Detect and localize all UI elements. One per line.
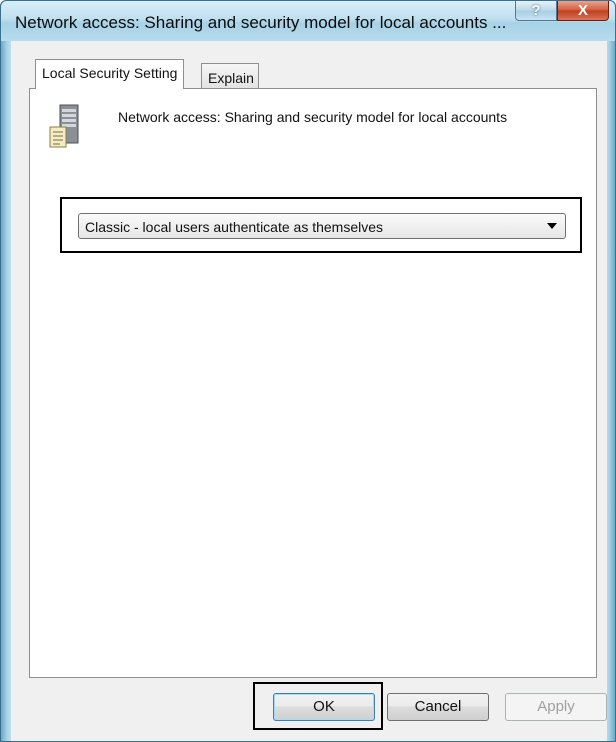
- title-bar[interactable]: Network access: Sharing and security mod…: [1, 1, 615, 41]
- security-model-dropdown[interactable]: Classic - local users authenticate as th…: [78, 213, 566, 239]
- help-icon: ?: [531, 2, 541, 19]
- cancel-button[interactable]: Cancel: [387, 693, 489, 721]
- close-button[interactable]: X: [557, 1, 609, 21]
- tab-local-security-setting[interactable]: Local Security Setting: [35, 59, 185, 89]
- close-icon: X: [577, 2, 588, 19]
- dropdown-selected-value: Classic - local users authenticate as th…: [85, 219, 384, 235]
- dialog-client-area: Local Security Setting Explain Network a…: [11, 41, 607, 741]
- server-policy-icon: [49, 104, 79, 148]
- ok-button[interactable]: OK: [273, 693, 375, 721]
- window-title: Network access: Sharing and security mod…: [15, 13, 507, 32]
- policy-description: Network access: Sharing and security mod…: [118, 109, 508, 125]
- tab-panel: Network access: Sharing and security mod…: [29, 88, 597, 678]
- tab-explain[interactable]: Explain: [201, 63, 259, 89]
- help-button[interactable]: ?: [515, 1, 557, 21]
- apply-button[interactable]: Apply: [505, 693, 607, 721]
- chevron-down-icon[interactable]: [547, 223, 557, 229]
- dialog-window: Network access: Sharing and security mod…: [0, 0, 616, 742]
